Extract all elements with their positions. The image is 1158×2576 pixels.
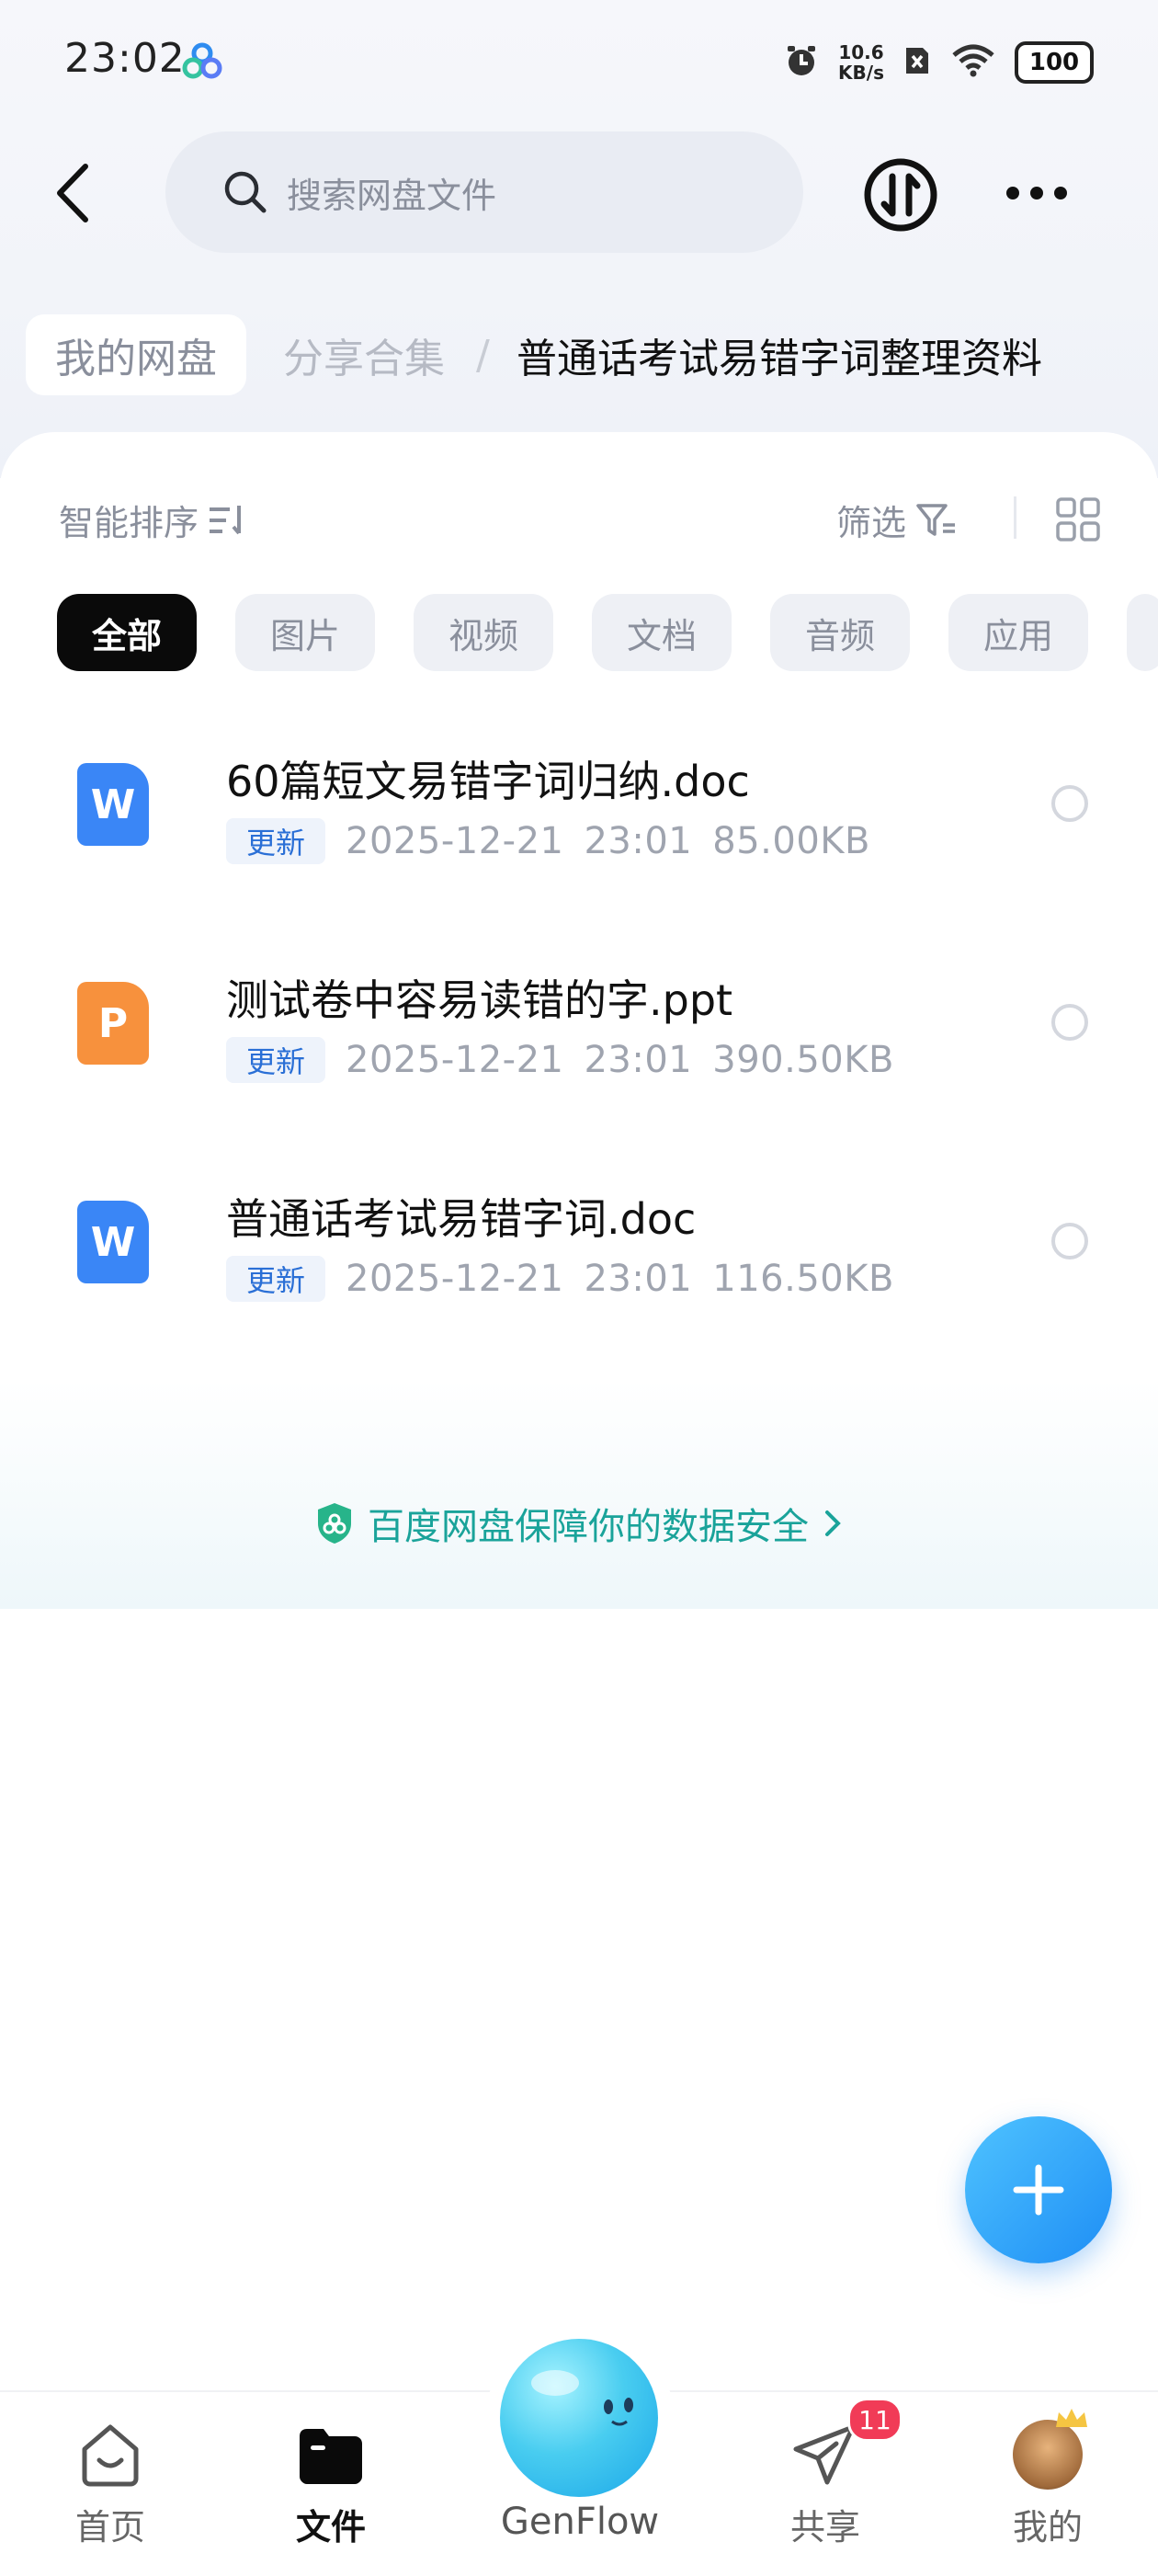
breadcrumb-current: 普通话考试易错字词整理资料 — [517, 336, 1042, 382]
genflow-mascot-icon — [531, 2370, 633, 2426]
nav-files-label: 文件 — [295, 2507, 366, 2548]
update-badge: 更新 — [226, 1256, 326, 1302]
file-row[interactable]: P 测试卷中容易读错的字.ppt 更新 2025-12-21 23:01 390… — [0, 936, 1158, 1138]
plus-icon — [1013, 2164, 1064, 2216]
file-row[interactable]: W 60篇短文易错字词归纳.doc 更新 2025-12-21 23:01 85… — [0, 717, 1158, 919]
update-badge: 更新 — [226, 818, 326, 864]
shield-icon — [318, 1503, 351, 1544]
select-radio[interactable] — [1051, 1004, 1088, 1041]
nav-mine-label: 我的 — [1012, 2507, 1083, 2548]
search-icon — [222, 169, 268, 215]
search-bar[interactable]: 搜索网盘文件 — [165, 131, 803, 253]
security-banner[interactable]: 百度网盘保障你的数据安全 — [0, 1497, 1158, 1550]
more-dot-icon — [1006, 187, 1019, 199]
grid-view-icon — [1056, 497, 1100, 541]
file-name: 测试卷中容易读错的字.ppt — [226, 975, 733, 1025]
search-placeholder: 搜索网盘文件 — [287, 175, 497, 216]
file-row[interactable]: W 普通话考试易错字词.doc 更新 2025-12-21 23:01 116.… — [0, 1155, 1158, 1357]
filter-icon — [916, 503, 956, 536]
transfer-icon — [864, 158, 937, 232]
file-date: 2025-12-21 — [346, 1258, 564, 1300]
nav-genflow-label: GenFlow — [500, 2501, 660, 2543]
sort-icon — [210, 505, 242, 534]
tab-documents[interactable]: 文档 — [592, 594, 732, 671]
wifi-icon — [950, 44, 996, 81]
file-meta: 更新 2025-12-21 23:01 390.50KB — [226, 1037, 894, 1083]
add-button[interactable] — [965, 2116, 1112, 2263]
file-size: 116.50KB — [712, 1258, 894, 1300]
file-name: 60篇短文易错字词归纳.doc — [226, 757, 750, 806]
more-options-button[interactable] — [1000, 165, 1073, 221]
status-time: 23:02 — [64, 35, 186, 82]
word-file-icon: W — [77, 1201, 149, 1283]
file-date: 2025-12-21 — [346, 1039, 564, 1081]
chevron-right-icon — [825, 1510, 841, 1536]
chevron-left-icon — [57, 164, 88, 222]
update-badge: 更新 — [226, 1037, 326, 1083]
tab-images[interactable]: 图片 — [235, 594, 375, 671]
file-name: 普通话考试易错字词.doc — [226, 1194, 697, 1244]
nav-mine[interactable]: 我的 — [974, 2409, 1121, 2549]
more-dot-icon — [1030, 187, 1043, 199]
tab-audio[interactable]: 音频 — [770, 594, 910, 671]
file-date: 2025-12-21 — [346, 820, 564, 862]
genflow-button[interactable] — [500, 2339, 658, 2497]
more-dot-icon — [1054, 187, 1067, 199]
tab-apps[interactable]: 应用 — [948, 594, 1088, 671]
status-indicators: 10.6 KB/s 100 — [783, 35, 1094, 90]
breadcrumb-separator: / — [476, 331, 490, 379]
baidu-netdisk-status-icon — [182, 42, 222, 79]
toolbar-divider — [1014, 496, 1016, 539]
file-time: 23:01 — [584, 1039, 693, 1081]
security-banner-text: 百度网盘保障你的数据安全 — [368, 1506, 809, 1548]
word-file-icon: W — [77, 763, 149, 846]
tab-all[interactable]: 全部 — [57, 594, 197, 671]
network-speed: 10.6 KB/s — [838, 42, 884, 83]
back-button[interactable] — [37, 156, 110, 230]
avatar — [1011, 2409, 1087, 2491]
file-time: 23:01 — [584, 820, 693, 862]
filter-button[interactable]: 筛选 — [836, 495, 958, 545]
folder-icon — [300, 2429, 362, 2484]
grid-view-button[interactable] — [1055, 496, 1101, 542]
sim-off-icon — [903, 44, 932, 81]
transfer-list-button[interactable] — [862, 156, 939, 234]
breadcrumb-middle[interactable]: 分享合集 — [283, 314, 445, 395]
home-icon — [82, 2424, 139, 2487]
breadcrumb-root[interactable]: 我的网盘 — [26, 314, 246, 395]
sort-label: 智能排序 — [59, 503, 199, 543]
security-banner-background — [0, 1379, 1158, 1609]
file-meta: 更新 2025-12-21 23:01 116.50KB — [226, 1256, 894, 1302]
file-size: 85.00KB — [712, 820, 870, 862]
filter-label: 筛选 — [836, 503, 907, 543]
select-radio[interactable] — [1051, 785, 1088, 822]
nav-files[interactable]: 文件 — [257, 2418, 404, 2549]
crown-icon — [1056, 2409, 1087, 2427]
tab-more-partial[interactable] — [1127, 594, 1158, 671]
nav-home-label: 首页 — [74, 2507, 145, 2548]
ppt-file-icon: P — [77, 982, 149, 1065]
battery-indicator: 100 — [1015, 41, 1094, 84]
alarm-icon — [783, 42, 820, 83]
share-notification-badge: 11 — [847, 2398, 903, 2442]
file-size: 390.50KB — [712, 1039, 894, 1081]
network-speed-value: 10.6 — [838, 41, 884, 63]
network-speed-unit: KB/s — [838, 62, 884, 84]
category-tabs: 全部 图片 视频 文档 音频 应用 — [57, 594, 1158, 671]
file-time: 23:01 — [584, 1258, 693, 1300]
nav-home[interactable]: 首页 — [37, 2418, 184, 2549]
sort-button[interactable]: 智能排序 — [59, 495, 248, 545]
file-meta: 更新 2025-12-21 23:01 85.00KB — [226, 818, 870, 864]
tab-videos[interactable]: 视频 — [414, 594, 553, 671]
nav-share-label: 共享 — [789, 2507, 860, 2548]
select-radio[interactable] — [1051, 1223, 1088, 1260]
